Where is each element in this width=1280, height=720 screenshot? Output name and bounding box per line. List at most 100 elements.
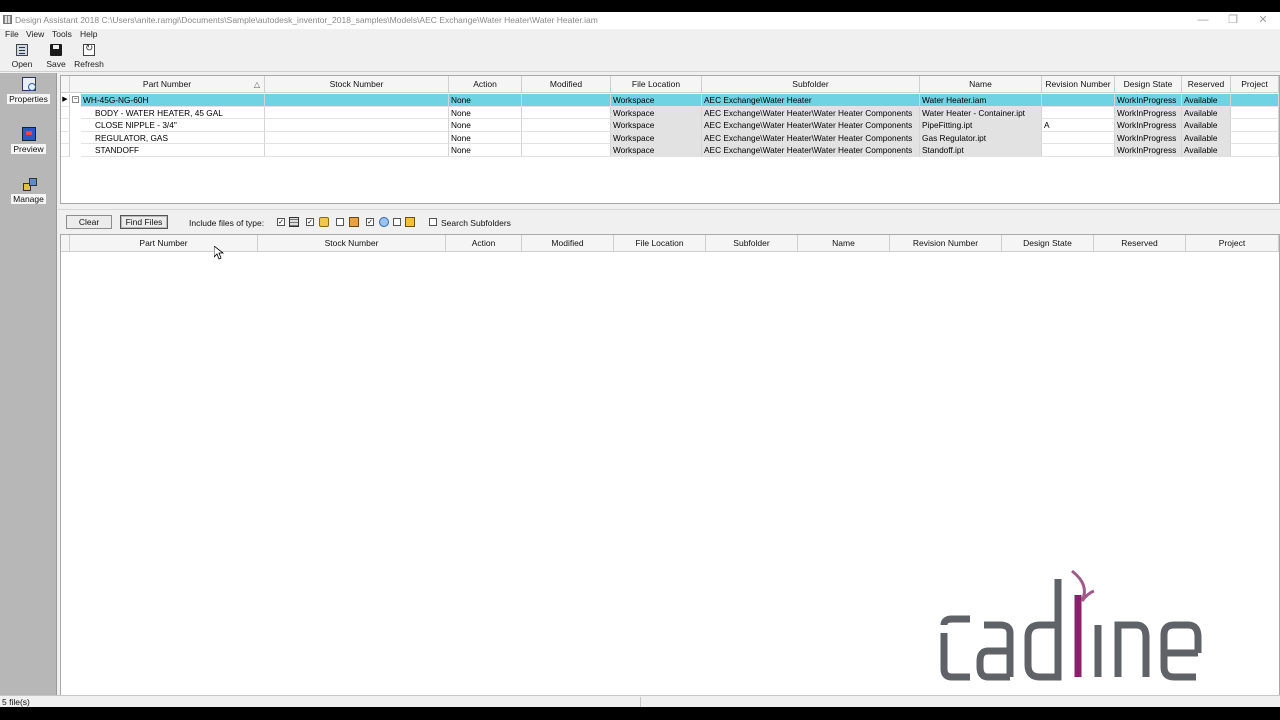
refresh-button[interactable]: Refresh	[74, 43, 104, 69]
menu-tools[interactable]: Tools	[52, 29, 72, 39]
column-header-name[interactable]: Name	[920, 76, 1042, 93]
cell-project	[1231, 131, 1279, 145]
cell-stock-number[interactable]	[265, 94, 449, 107]
assembly-file-icon	[289, 217, 299, 227]
column-header-part-number[interactable]: Part Number △	[70, 76, 265, 93]
column-header-part-number[interactable]: Part Number	[70, 235, 258, 252]
column-header-project[interactable]: Project	[1186, 235, 1279, 252]
menu-help[interactable]: Help	[80, 29, 97, 39]
sidebar-item-manage[interactable]: Manage	[0, 177, 57, 204]
cell-action[interactable]: None	[449, 106, 522, 120]
assembly-grid[interactable]: Part Number △ Stock Number Action Modifie…	[60, 75, 1280, 204]
cell-stock-number[interactable]	[265, 144, 449, 157]
column-header-file-location[interactable]: File Location	[614, 235, 706, 252]
include-presentation-checkbox[interactable]: ✓	[366, 218, 374, 226]
cell-stock-number[interactable]	[265, 119, 449, 132]
cell-modified	[522, 106, 611, 120]
current-row-indicator: ▶	[61, 94, 70, 107]
table-row[interactable]: REGULATOR, GAS None Workspace AEC Exchan…	[61, 131, 1279, 145]
column-header-file-location[interactable]: File Location	[611, 76, 702, 93]
cell-part-number[interactable]: CLOSE NIPPLE - 3/4"	[81, 119, 265, 132]
column-header-modified[interactable]: Modified	[522, 235, 614, 252]
column-header-reserved[interactable]: Reserved	[1182, 76, 1231, 93]
cell-part-number[interactable]: BODY - WATER HEATER, 45 GAL	[81, 106, 265, 120]
refresh-icon	[83, 43, 95, 56]
restore-button[interactable]: ❐	[1218, 13, 1248, 27]
column-header-action[interactable]: Action	[449, 76, 522, 93]
sidebar-label-manage: Manage	[11, 194, 46, 204]
cell-project	[1231, 119, 1279, 132]
cell-subfolder: AEC Exchange\Water Heater\Water Heater C…	[702, 131, 920, 145]
cell-revision[interactable]	[1042, 131, 1115, 145]
table-row[interactable]: BODY - WATER HEATER, 45 GAL None Workspa…	[61, 106, 1279, 120]
table-row[interactable]: ▶ − WH-45G-NG-60H None Workspace AEC Exc…	[61, 94, 1279, 107]
include-assembly-checkbox[interactable]: ✓	[277, 218, 285, 226]
open-button[interactable]: Open	[10, 44, 34, 69]
column-header-design-state[interactable]: Design State	[1002, 235, 1094, 252]
cell-revision[interactable]: A	[1042, 119, 1115, 132]
cell-action[interactable]: None	[449, 94, 522, 107]
cadline-logo	[940, 569, 1202, 681]
cell-modified	[522, 119, 611, 132]
include-part-checkbox[interactable]: ✓	[306, 218, 314, 226]
column-header-revision-number[interactable]: Revision Number	[1042, 76, 1115, 93]
column-header-subfolder[interactable]: Subfolder	[702, 76, 920, 93]
cell-modified	[522, 144, 611, 157]
cell-stock-number[interactable]	[265, 106, 449, 120]
menu-view[interactable]: View	[26, 29, 44, 39]
column-header-reserved[interactable]: Reserved	[1094, 235, 1186, 252]
status-bar: 5 file(s)	[0, 695, 1280, 707]
column-header-stock-number[interactable]: Stock Number	[265, 76, 449, 93]
cell-name: PipeFitting.ipt	[920, 119, 1042, 132]
sidebar-item-properties[interactable]: Properties	[0, 77, 57, 104]
save-button[interactable]: Save	[44, 44, 68, 69]
row-header-corner	[61, 235, 70, 252]
cell-action[interactable]: None	[449, 144, 522, 157]
cell-part-number[interactable]: STANDOFF	[81, 144, 265, 157]
column-header-design-state[interactable]: Design State	[1115, 76, 1182, 93]
search-subfolders-checkbox[interactable]	[429, 218, 437, 226]
column-header-subfolder[interactable]: Subfolder	[706, 235, 798, 252]
column-header-revision-number[interactable]: Revision Number	[890, 235, 1002, 252]
column-header-action[interactable]: Action	[446, 235, 522, 252]
cell-stock-number[interactable]	[265, 131, 449, 145]
cell-file-location: Workspace	[611, 94, 702, 107]
sidebar-item-preview[interactable]: Preview	[0, 127, 57, 154]
collapse-toggle[interactable]: −	[72, 96, 79, 103]
status-divider	[640, 697, 641, 707]
table-row[interactable]: STANDOFF None Workspace AEC Exchange\Wat…	[61, 144, 1279, 157]
row-header-corner	[61, 76, 70, 93]
menu-file[interactable]: File	[5, 29, 19, 39]
cell-action[interactable]: None	[449, 131, 522, 145]
column-header-modified[interactable]: Modified	[522, 76, 611, 93]
column-header-name[interactable]: Name	[798, 235, 890, 252]
row-indicator	[61, 144, 70, 157]
minimize-button[interactable]: —	[1188, 13, 1218, 27]
cell-reserved: Available	[1182, 144, 1231, 157]
cell-name: Gas Regulator.ipt	[920, 131, 1042, 145]
cell-revision[interactable]	[1042, 144, 1115, 157]
include-files-label: Include files of type:	[189, 218, 265, 228]
cell-part-number[interactable]: WH-45G-NG-60H	[81, 94, 265, 107]
search-subfolders-label: Search Subfolders	[441, 218, 511, 228]
sidebar-label-preview: Preview	[11, 144, 46, 154]
column-header-stock-number[interactable]: Stock Number	[258, 235, 446, 252]
column-header-project[interactable]: Project	[1231, 76, 1279, 93]
clear-button[interactable]: Clear	[66, 215, 112, 229]
cell-revision[interactable]	[1042, 106, 1115, 120]
cell-part-number[interactable]: REGULATOR, GAS	[81, 131, 265, 145]
save-label: Save	[46, 59, 66, 69]
include-other-checkbox[interactable]	[393, 218, 401, 226]
close-button[interactable]: ✕	[1248, 13, 1278, 27]
table-row[interactable]: CLOSE NIPPLE - 3/4" None Workspace AEC E…	[61, 119, 1279, 132]
cell-revision[interactable]	[1042, 94, 1115, 107]
cell-project	[1231, 106, 1279, 120]
title-bar: Design Assistant 2018 C:\Users\anite.ram…	[0, 12, 1280, 29]
app-window: Design Assistant 2018 C:\Users\anite.ram…	[0, 12, 1280, 707]
find-files-button[interactable]: Find Files	[120, 215, 168, 229]
include-drawing-checkbox[interactable]	[336, 218, 344, 226]
cell-modified	[522, 131, 611, 145]
cell-action[interactable]: None	[449, 119, 522, 132]
properties-icon	[21, 77, 36, 91]
preview-icon	[21, 127, 36, 141]
